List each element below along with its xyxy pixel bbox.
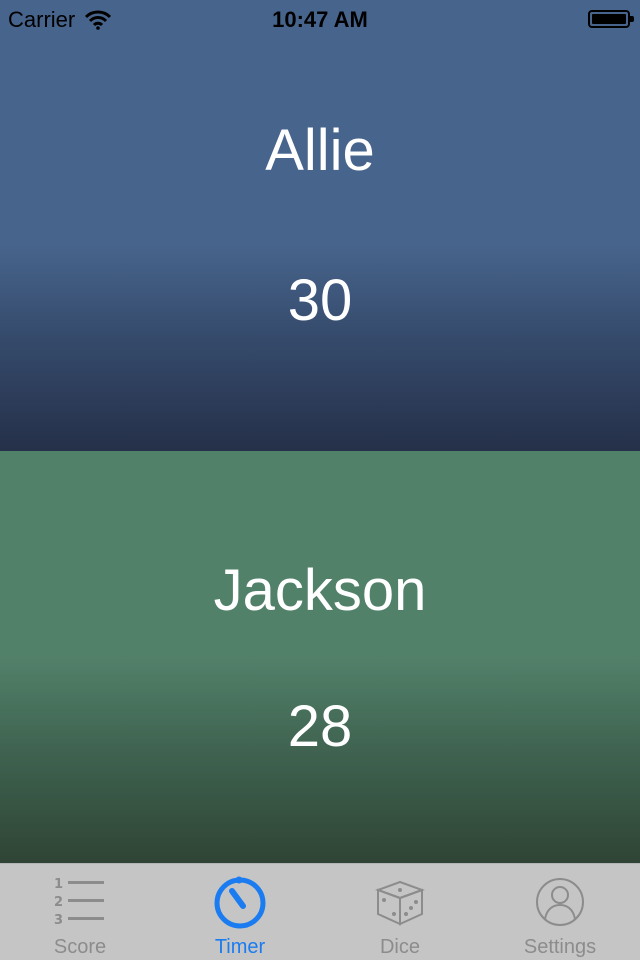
player-name: Jackson xyxy=(213,558,427,623)
dice-icon xyxy=(370,874,430,930)
tab-label: Dice xyxy=(379,936,420,958)
tab-label: Settings xyxy=(523,936,597,958)
svg-text:3: 3 xyxy=(54,913,63,928)
svg-text:1: 1 xyxy=(54,877,63,892)
player-panel-jackson[interactable]: Jackson 28 xyxy=(0,451,640,863)
player-score: 30 xyxy=(287,268,353,333)
tab-label: Score xyxy=(53,936,107,958)
tab-bar: 1 2 3 Score Timer Dice Settings xyxy=(0,863,640,960)
battery-icon xyxy=(588,10,634,28)
tab-dice[interactable]: Dice xyxy=(320,864,480,960)
user-profile-icon xyxy=(530,874,590,930)
status-bar: Carrier 10:47 AM xyxy=(0,0,640,40)
stopwatch-icon xyxy=(210,874,270,930)
tab-score[interactable]: 1 2 3 Score xyxy=(0,864,160,960)
status-time: 10:47 AM xyxy=(272,7,368,32)
player-panel-allie[interactable]: Allie 30 xyxy=(0,0,640,451)
battery-fill xyxy=(592,14,626,24)
player-score: 28 xyxy=(287,694,353,759)
numbered-list-icon: 1 2 3 xyxy=(50,874,110,930)
tab-timer[interactable]: Timer xyxy=(160,864,320,960)
svg-text:2: 2 xyxy=(54,895,63,910)
player-name: Allie xyxy=(265,118,375,183)
tab-label: Timer xyxy=(214,936,266,958)
tab-settings[interactable]: Settings xyxy=(480,864,640,960)
